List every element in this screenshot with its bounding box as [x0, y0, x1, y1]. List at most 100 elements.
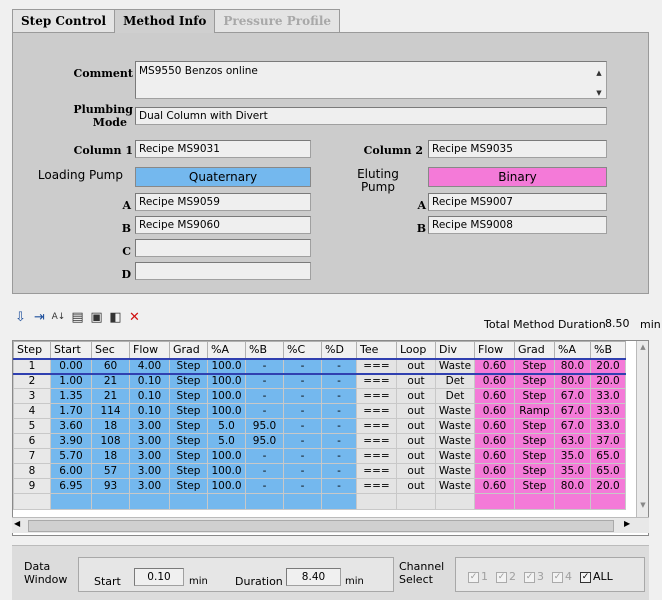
table-cell[interactable]: Step [169, 357, 208, 375]
table-cell[interactable]: 5 [13, 418, 51, 434]
table-cell[interactable] [554, 493, 591, 510]
table-cell[interactable]: Step [169, 433, 208, 449]
scroll-up-icon[interactable]: ▲ [637, 343, 648, 355]
channel-checkbox[interactable]: ✓ 2 [496, 570, 516, 583]
table-cell[interactable]: Waste [435, 448, 475, 464]
table-cell[interactable]: - [245, 373, 284, 389]
table-cell[interactable]: 33.0 [590, 418, 626, 434]
table-cell[interactable]: 5.0 [207, 433, 246, 449]
table-cell[interactable]: 33.0 [590, 388, 626, 404]
table-cell[interactable]: Step [514, 357, 555, 375]
table-cell[interactable]: 18 [91, 418, 130, 434]
table-cell[interactable]: 100.0 [207, 388, 246, 404]
copy-icon[interactable]: ▤ [69, 308, 86, 326]
table-cell[interactable]: 7 [13, 448, 51, 464]
table-cell[interactable]: 0.60 [474, 463, 515, 479]
table-cell[interactable]: out [396, 388, 436, 404]
table-cell[interactable]: - [321, 433, 357, 449]
channel-checkbox[interactable]: ✓ 1 [468, 570, 488, 583]
table-cell[interactable] [245, 493, 284, 510]
table-cell[interactable]: - [283, 403, 322, 419]
table-cell[interactable]: 20.0 [590, 357, 626, 375]
table-row[interactable]: 3 1.35 21 0.10 Step 100.0- - - === out Det 0.60 Step… [13, 388, 626, 404]
table-cell[interactable]: 37.0 [590, 433, 626, 449]
table-cell[interactable]: 60 [91, 357, 130, 375]
table-cell[interactable]: out [396, 418, 436, 434]
table-cell[interactable]: 0.00 [50, 357, 92, 375]
table-cell[interactable] [207, 493, 246, 510]
table-cell[interactable]: 3.00 [129, 433, 170, 449]
scroll-left-icon[interactable]: ◀ [14, 519, 20, 528]
table-cell[interactable]: - [321, 448, 357, 464]
table-cell[interactable]: Step [514, 448, 555, 464]
table-cell[interactable]: 0.60 [474, 478, 515, 494]
table-cell[interactable]: Det [435, 373, 475, 389]
table-cell[interactable]: 20.0 [590, 478, 626, 494]
table-cell[interactable]: 80.0 [554, 478, 591, 494]
duration-field[interactable]: 8.40 [286, 568, 341, 586]
vertical-scrollbar[interactable]: ▲ ▼ [636, 341, 648, 518]
table-cell[interactable]: Waste [435, 403, 475, 419]
table-cell[interactable]: - [245, 357, 284, 375]
table-cell[interactable]: out [396, 478, 436, 494]
save-icon[interactable]: ◧ [107, 308, 124, 326]
table-cell[interactable]: 9 [13, 478, 51, 494]
table-cell[interactable] [283, 493, 322, 510]
table-cell[interactable]: 3.60 [50, 418, 92, 434]
tab-step-control[interactable]: Step Control [12, 9, 116, 33]
table-cell[interactable]: 3.90 [50, 433, 92, 449]
table-cell[interactable]: - [283, 433, 322, 449]
table-cell[interactable]: 80.0 [554, 373, 591, 389]
table-cell[interactable]: 4.00 [129, 357, 170, 375]
table-cell[interactable]: Step [169, 418, 208, 434]
table-row[interactable]: 8 6.00 57 3.00 Step 100.0- - - === out Waste 0.60 St… [13, 463, 626, 479]
paste-icon[interactable]: ▣ [88, 308, 105, 326]
table-cell[interactable]: === [356, 403, 397, 419]
table-cell[interactable]: Step [514, 478, 555, 494]
table-cell[interactable]: Waste [435, 418, 475, 434]
table-cell[interactable]: 67.0 [554, 388, 591, 404]
start-field[interactable]: 0.10 [134, 568, 184, 586]
table-cell[interactable]: - [283, 478, 322, 494]
table-row[interactable]: 2 1.00 21 0.10 Step 100.0- - - === out Det 0.60 Step… [13, 373, 626, 389]
table-cell[interactable]: 35.0 [554, 448, 591, 464]
table-row[interactable]: 1 0.00 60 4.00 Step 100.0- - - === out Waste 0.60 St… [13, 357, 626, 375]
table-cell[interactable]: out [396, 433, 436, 449]
table-cell[interactable]: 0.60 [474, 357, 515, 375]
channel-checkbox[interactable]: ✓ 4 [552, 570, 572, 583]
table-cell[interactable]: Det [435, 388, 475, 404]
table-cell[interactable]: 65.0 [590, 448, 626, 464]
table-cell[interactable]: === [356, 373, 397, 389]
plumbing-mode-field[interactable]: Dual Column with Divert [135, 107, 607, 125]
table-cell[interactable]: 8 [13, 463, 51, 479]
tab-method-info[interactable]: Method Info [114, 9, 216, 33]
table-cell[interactable]: - [321, 388, 357, 404]
table-cell[interactable] [13, 493, 51, 510]
table-cell[interactable]: 20.0 [590, 373, 626, 389]
table-cell[interactable]: 100.0 [207, 373, 246, 389]
table-cell[interactable]: Waste [435, 463, 475, 479]
table-cell[interactable]: === [356, 463, 397, 479]
column1-field[interactable]: Recipe MS9031 [135, 140, 311, 158]
table-cell[interactable]: out [396, 463, 436, 479]
table-cell[interactable]: - [321, 357, 357, 375]
table-cell[interactable]: Step [514, 373, 555, 389]
table-cell[interactable]: 67.0 [554, 418, 591, 434]
table-cell[interactable] [435, 493, 475, 510]
scrollbar-thumb[interactable] [28, 520, 614, 532]
table-cell[interactable]: 5.0 [207, 418, 246, 434]
table-row[interactable]: 7 5.70 18 3.00 Step 100.0- - - === out Waste 0.60 St… [13, 448, 626, 464]
table-cell[interactable]: 95.0 [245, 418, 284, 434]
table-cell[interactable]: 3 [13, 388, 51, 404]
table-cell[interactable]: - [283, 463, 322, 479]
table-cell[interactable]: 0.10 [129, 373, 170, 389]
table-row-empty[interactable] [13, 493, 626, 510]
table-cell[interactable]: Waste [435, 357, 475, 375]
tab-pressure-profile[interactable]: Pressure Profile [214, 9, 341, 33]
table-cell[interactable] [590, 493, 626, 510]
table-cell[interactable]: - [245, 463, 284, 479]
table-cell[interactable]: - [321, 478, 357, 494]
table-cell[interactable]: Waste [435, 478, 475, 494]
table-cell[interactable]: - [283, 373, 322, 389]
table-cell[interactable]: Step [169, 478, 208, 494]
